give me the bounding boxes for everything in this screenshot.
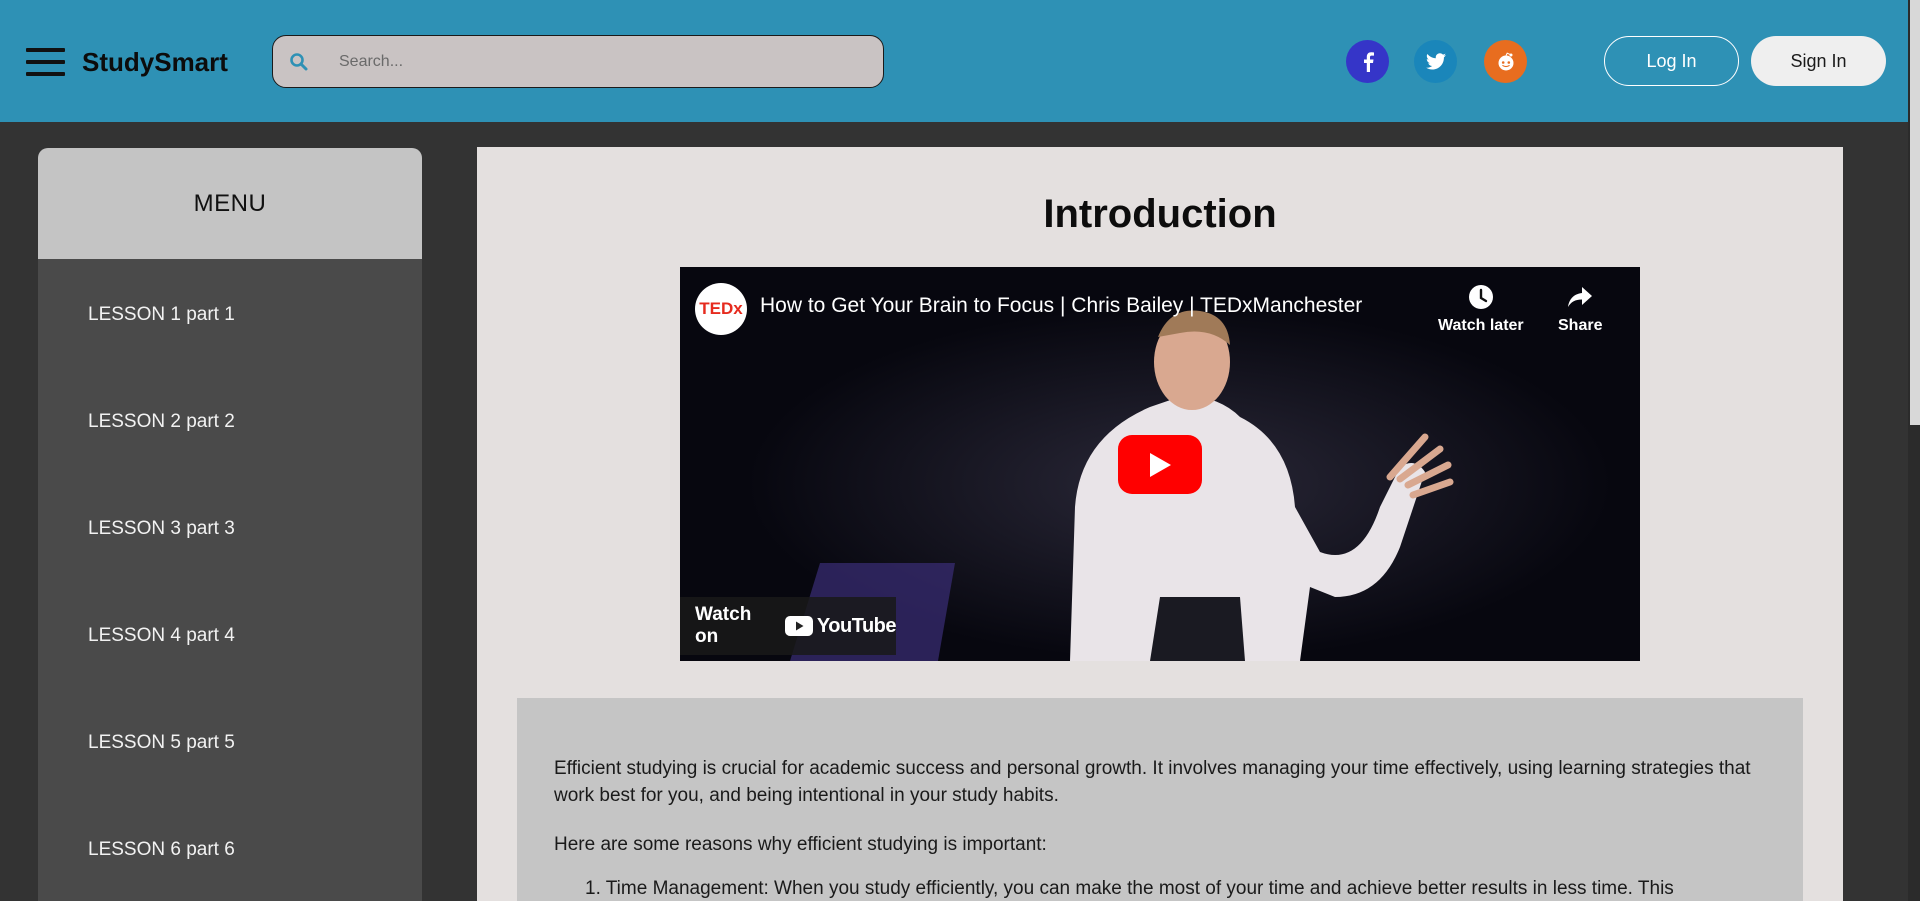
signin-button[interactable]: Sign In <box>1751 36 1886 86</box>
sidebar-item-lesson-6[interactable]: LESSON 6 part 6 <box>88 839 235 861</box>
share-arrow-icon <box>1568 287 1593 307</box>
reddit-icon[interactable] <box>1484 40 1527 83</box>
ted-channel-logo[interactable]: TEDx <box>695 283 747 335</box>
sidebar-item-lesson-2[interactable]: LESSON 2 part 2 <box>88 411 235 433</box>
youtube-logo: YouTube <box>784 615 897 638</box>
search-input[interactable] <box>339 46 859 78</box>
watch-later-button[interactable]: Watch later <box>1438 283 1524 335</box>
top-header: StudySmart Log In Sign In <box>0 0 1908 122</box>
youtube-icon <box>784 616 813 636</box>
menu-heading: MENU <box>38 148 422 259</box>
facebook-icon[interactable] <box>1346 40 1389 83</box>
hamburger-menu-icon[interactable] <box>26 48 65 76</box>
intro-paragraph: Efficient studying is crucial for academ… <box>554 758 1751 806</box>
login-button[interactable]: Log In <box>1604 36 1739 86</box>
play-icon <box>1150 452 1171 477</box>
list-item: 1. Time Management: When you study effic… <box>585 878 1674 899</box>
reasons-paragraph: Here are some reasons why efficient stud… <box>554 834 1047 855</box>
article-content: Efficient studying is crucial for academ… <box>517 698 1803 901</box>
search-icon <box>290 53 308 71</box>
main-content: Introduction TEDx How to Get Your Brain … <box>477 147 1843 901</box>
search-bar[interactable] <box>272 35 884 88</box>
page-title: Introduction <box>1043 192 1277 236</box>
watch-on-youtube-link[interactable]: Watch on YouTube <box>680 597 897 655</box>
sidebar-menu: MENU LESSON 1 part 1 LESSON 2 part 2 LES… <box>38 148 422 901</box>
share-button[interactable]: Share <box>1558 283 1602 335</box>
video-player[interactable]: TEDx How to Get Your Brain to Focus | Ch… <box>680 267 1640 661</box>
sidebar-item-lesson-4[interactable]: LESSON 4 part 4 <box>88 625 235 647</box>
sidebar-item-lesson-5[interactable]: LESSON 5 part 5 <box>88 732 235 754</box>
brand-logo[interactable]: StudySmart <box>82 47 228 78</box>
video-title[interactable]: How to Get Your Brain to Focus | Chris B… <box>760 294 1362 318</box>
sidebar-item-lesson-1[interactable]: LESSON 1 part 1 <box>88 304 235 326</box>
twitter-icon[interactable] <box>1414 40 1457 83</box>
page-scrollbar-thumb[interactable] <box>1910 0 1920 425</box>
sidebar-item-lesson-3[interactable]: LESSON 3 part 3 <box>88 518 235 540</box>
clock-icon <box>1468 285 1493 309</box>
play-button[interactable] <box>1118 435 1202 494</box>
